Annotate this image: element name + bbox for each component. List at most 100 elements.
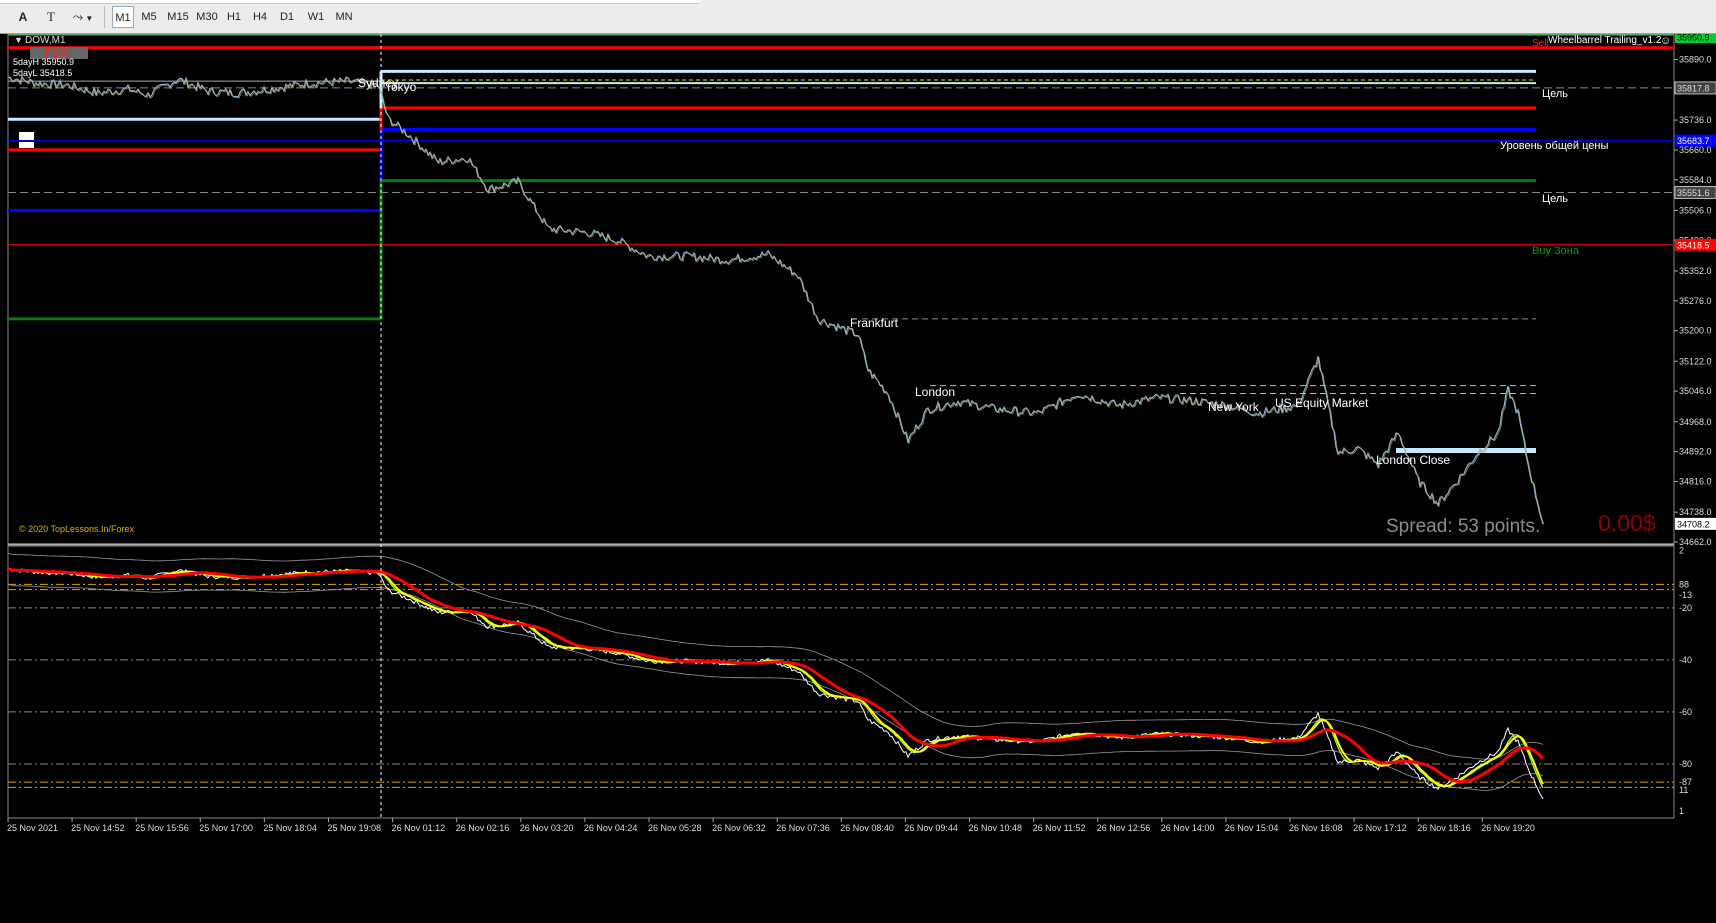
y-tick-label: 35046.0 [1679, 386, 1712, 396]
chart-canvas[interactable]: ▼ DOW,M1 FSR 5dayH 35950.9 5dayL 35418.5… [0, 31, 1716, 918]
copyright-label: © 2020 TopLessons.In/Forex [19, 524, 135, 534]
timeframe-button-m30[interactable]: M30 [194, 6, 220, 28]
toolbar-separator [104, 6, 105, 28]
indicator-y-label: -60 [1679, 707, 1692, 717]
indicator-y-label: -80 [1679, 759, 1692, 769]
session-label-london-close: London Close [1376, 453, 1450, 467]
price-line-series [8, 75, 1544, 525]
y-tick-label: 34816.0 [1679, 477, 1712, 487]
x-tick-label: 26 Nov 19:20 [1481, 823, 1535, 833]
x-tick-label: 25 Nov 19:08 [328, 823, 382, 833]
price-tag-label-current: 34708.2 [1677, 519, 1710, 529]
x-tick-label: 25 Nov 17:00 [199, 823, 253, 833]
toolbar-top-strip [0, 0, 700, 4]
price-tag-label-red: 35418.5 [1677, 240, 1710, 250]
indicator-panel-border [7, 545, 1675, 819]
indicator-y-label: -20 [1679, 603, 1692, 613]
y-tick-label: 35122.0 [1679, 356, 1712, 366]
text-tool-button[interactable]: A [12, 6, 34, 28]
y-tick-label: 35890.0 [1679, 55, 1712, 65]
indicator-y-label: 88 [1679, 579, 1689, 589]
x-tick-label: 25 Nov 18:04 [263, 823, 317, 833]
x-tick-label: 26 Nov 09:44 [904, 823, 958, 833]
arrows-dropdown-button[interactable]: ⤳ ▼ [68, 6, 98, 28]
y-tick-label: 35584.0 [1679, 175, 1712, 185]
profit-label: 0.00$ [1598, 510, 1656, 536]
indicator-green-line [8, 568, 1544, 789]
sell-label: Sell [1532, 38, 1549, 49]
x-tick-label: 26 Nov 14:00 [1161, 823, 1215, 833]
x-tick-label: 26 Nov 06:32 [712, 823, 766, 833]
price-line-shadow [8, 77, 1545, 525]
timeframe-button-d1[interactable]: D1 [274, 6, 300, 28]
chevron-down-icon: ▼ [83, 14, 94, 23]
indicator-y-label: 11 [1679, 785, 1688, 795]
smiley-icon: ☺ [1660, 35, 1671, 47]
target-label-lower: Цель [1542, 193, 1568, 205]
y-tick-label: 35200.0 [1679, 326, 1712, 336]
price-tag-label-blue: 35683.7 [1677, 136, 1710, 146]
session-label-us-equity: US Equity Market [1275, 396, 1369, 410]
five-day-low-label: 5dayL 35418.5 [13, 68, 72, 78]
timeframe-button-w1[interactable]: W1 [302, 6, 330, 28]
session-label-tokyo: Tokyo [385, 80, 417, 94]
x-tick-label: 26 Nov 07:36 [776, 823, 830, 833]
indicator-y-label: -40 [1679, 655, 1692, 665]
y-tick-label: 34738.0 [1679, 507, 1712, 517]
y-tick-label: 35352.0 [1679, 266, 1712, 276]
indicator-y-label: 2 [1679, 546, 1684, 556]
x-tick-label: 26 Nov 10:48 [969, 823, 1023, 833]
main-panel-border [7, 33, 1675, 546]
panel-toggle-icon[interactable] [19, 132, 34, 140]
timeframe-button-h4[interactable]: H4 [248, 6, 272, 28]
indicator-y-label: -13 [1679, 590, 1692, 600]
price-tag-label-level_b: 35551.6 [1677, 188, 1710, 198]
target-label-upper: Цель [1542, 88, 1568, 100]
y-tick-label: 35276.0 [1679, 296, 1712, 306]
x-tick-label: 26 Nov 08:40 [840, 823, 894, 833]
y-tick-label: 34968.0 [1679, 417, 1712, 427]
price-tag-label-level_a: 35817.8 [1677, 83, 1710, 93]
timeframe-button-m5[interactable]: M5 [136, 6, 162, 28]
chart-window: ▼ DOW,M1 FSR 5dayH 35950.9 5dayL 35418.5… [0, 31, 1716, 918]
x-tick-label: 26 Nov 15:04 [1225, 823, 1279, 833]
x-tick-label: 25 Nov 15:56 [135, 823, 189, 833]
symbol-title: DOW,M1 [25, 35, 66, 46]
label-tool-button[interactable]: T [40, 6, 62, 28]
x-tick-label: 26 Nov 17:12 [1353, 823, 1407, 833]
timeframe-button-mn[interactable]: MN [332, 6, 356, 28]
price-tag-label-top: 35950.9 [1677, 34, 1710, 43]
y-tick-label: 34892.0 [1679, 447, 1712, 457]
x-tick-label: 26 Nov 05:28 [648, 823, 702, 833]
common-price-label: Уровень общей цены [1500, 140, 1608, 152]
buy-zone-label: Buy Зона [1532, 245, 1580, 257]
x-tick-label: 26 Nov 03:20 [520, 823, 574, 833]
x-tick-label: 26 Nov 16:08 [1289, 823, 1343, 833]
timeframe-button-m15[interactable]: M15 [164, 6, 192, 28]
spread-label: Spread: 53 points. [1386, 516, 1540, 537]
toolbar: A T ⤳ ▼ M1 M5 M15 M30 H1 H4 D1 W1 MN [0, 0, 1716, 34]
session-label-london: London [915, 385, 955, 399]
x-tick-label: 26 Nov 02:16 [456, 823, 510, 833]
five-day-high-label: 5dayH 35950.9 [13, 57, 74, 67]
x-tick-label: 26 Nov 11:52 [1033, 823, 1086, 833]
indicator-y-label: 1 [1679, 806, 1684, 816]
indicator-band-lower [8, 584, 1544, 791]
arrows-icon: ⤳ [72, 9, 84, 24]
x-tick-label: 25 Nov 2021 [7, 823, 58, 833]
x-tick-label: 26 Nov 12:56 [1097, 823, 1151, 833]
x-tick-label: 25 Nov 14:52 [71, 823, 125, 833]
y-tick-label: 35736.0 [1679, 115, 1712, 125]
collapse-triangle-icon[interactable]: ▼ [14, 35, 23, 45]
indicator-red-line [8, 567, 1545, 784]
panel-toggle-icon-lower[interactable] [19, 142, 34, 148]
x-tick-label: 26 Nov 18:16 [1417, 823, 1471, 833]
ea-label: Wheelbarrel Trailing_v1.2 [1548, 35, 1662, 46]
y-tick-label: 35506.0 [1679, 205, 1712, 215]
session-label-new-york: New York [1208, 400, 1260, 414]
session-label-frankfurt: Frankfurt [850, 316, 899, 330]
x-tick-label: 26 Nov 04:24 [584, 823, 638, 833]
timeframe-button-h1[interactable]: H1 [222, 6, 246, 28]
x-tick-label: 26 Nov 01:12 [392, 823, 446, 833]
timeframe-button-m1[interactable]: M1 [112, 6, 134, 28]
